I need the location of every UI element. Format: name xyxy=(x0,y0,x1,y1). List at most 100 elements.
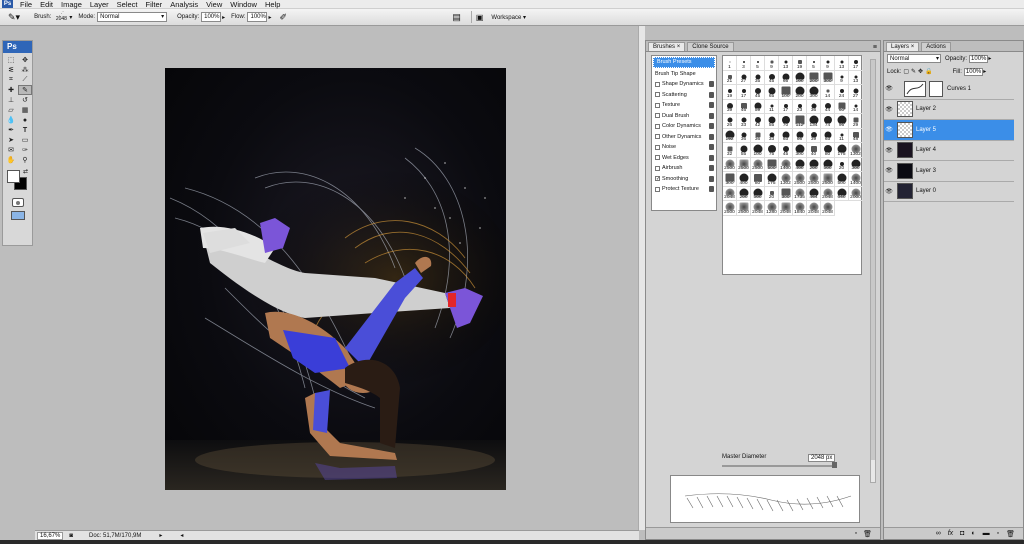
brush-preset-cell[interactable]: 3 xyxy=(737,56,751,71)
brush-option-item[interactable]: Other Dynamics xyxy=(652,132,716,143)
eyedropper-tool-icon[interactable]: ✑ xyxy=(18,145,32,155)
brush-dropdown-icon[interactable]: ▾ xyxy=(69,14,72,21)
brush-preset-cell[interactable]: 2048 xyxy=(723,186,737,201)
delete-icon[interactable]: 🗑 xyxy=(863,530,872,538)
brush-preset-cell[interactable]: 59 xyxy=(751,99,765,114)
checkbox[interactable] xyxy=(655,102,660,108)
checkbox[interactable] xyxy=(655,113,660,119)
brush-preset-cell[interactable]: 192 xyxy=(723,128,737,143)
menu-layer[interactable]: Layer xyxy=(86,0,113,9)
healing-tool-icon[interactable]: ✚ xyxy=(4,85,18,95)
fill-arrow-icon[interactable]: ▸ xyxy=(983,68,986,75)
lock-icon[interactable] xyxy=(709,133,714,140)
brush-preset-cell[interactable]: 26 xyxy=(723,114,737,129)
tab-brushes[interactable]: Brushes × xyxy=(648,42,686,51)
brush-preset-cell[interactable]: 1302 xyxy=(779,172,793,187)
brush-preset-cell[interactable]: 45 xyxy=(751,85,765,100)
brush-preset-cell[interactable]: 2000 xyxy=(849,186,863,201)
brush-preset-cell[interactable]: 35 xyxy=(751,70,765,85)
brush-preset-cell[interactable]: 36 xyxy=(737,128,751,143)
mode-select[interactable]: Normal ▾ xyxy=(97,12,168,22)
brush-preset-cell[interactable]: 1840 xyxy=(793,201,807,216)
lock-icon[interactable] xyxy=(709,154,714,161)
brush-preset-cell[interactable]: 500 xyxy=(765,157,779,172)
brush-preset-cell[interactable]: 14 xyxy=(849,99,863,114)
brush-preset-cell[interactable]: 63 xyxy=(821,128,835,143)
brush-preset-cell[interactable]: 13 xyxy=(779,56,793,71)
menu-image[interactable]: Image xyxy=(57,0,86,9)
hand-tool-icon[interactable]: ✋ xyxy=(4,155,18,165)
delete-icon[interactable]: 🗑 xyxy=(1006,530,1015,538)
brush-preset-cell[interactable]: 13 xyxy=(835,56,849,71)
brush-preset-cell[interactable]: 95 xyxy=(835,114,849,129)
canvas-vertical-scrollbar[interactable] xyxy=(638,26,645,530)
brush-preset-cell[interactable]: 14 xyxy=(821,85,835,100)
brush-preset-cell[interactable]: 39 xyxy=(807,128,821,143)
lasso-tool-icon[interactable]: ᓬ xyxy=(4,65,18,75)
brush-preset-cell[interactable]: 640 xyxy=(835,186,849,201)
checkbox[interactable] xyxy=(655,123,660,129)
dodge-tool-icon[interactable]: ● xyxy=(18,115,32,125)
brush-presets-grid[interactable]: 1 3 5 9 13 19 5 9 13 17 21 27 35 45 65 100 200 300 9 13 19 17… xyxy=(722,55,863,275)
brush-preset-cell[interactable]: 300 xyxy=(779,186,793,201)
brush-preset-cell[interactable]: 500 xyxy=(835,172,849,187)
brush-preset-cell[interactable]: 55 xyxy=(765,114,779,129)
menu-filter[interactable]: Filter xyxy=(142,0,167,9)
brush-option-item[interactable]: Texture xyxy=(652,100,716,111)
menu-edit[interactable]: Edit xyxy=(36,0,57,9)
brush-option-item[interactable]: ✓ Smoothing xyxy=(652,174,716,185)
brush-preset-cell[interactable]: 2500 xyxy=(723,157,737,172)
tab-clone-source[interactable]: Clone Source xyxy=(687,42,734,51)
brush-preset-cell[interactable]: 400 xyxy=(793,157,807,172)
brush-preset-cell[interactable]: 2048 xyxy=(807,201,821,216)
brush-preset-cell[interactable]: 5 xyxy=(751,56,765,71)
lock-icon[interactable] xyxy=(709,112,714,119)
brush-preset-cell[interactable]: 300 xyxy=(821,70,835,85)
brush-preset-cell[interactable]: 36 xyxy=(807,99,821,114)
brush-preset-cell[interactable]: 65 xyxy=(765,85,779,100)
brush-preset-cell[interactable]: 1302 xyxy=(849,143,863,158)
layer-row[interactable]: 👁 Layer 4 xyxy=(884,140,1014,161)
layer-row[interactable]: 👁 Layer 2 xyxy=(884,99,1014,120)
brush-preset-cell[interactable]: 48 xyxy=(849,128,863,143)
color-swatches[interactable]: ⇄ xyxy=(3,169,32,196)
brush-option-item[interactable]: Protect Texture xyxy=(652,184,716,195)
screen-mode-icon[interactable] xyxy=(10,211,25,220)
close-icon[interactable]: × xyxy=(911,44,915,50)
brush-preset-cell[interactable]: 300 xyxy=(723,172,737,187)
brush-preset-cell[interactable]: 2500 xyxy=(737,157,751,172)
brush-preset-cell[interactable]: 27 xyxy=(849,85,863,100)
brush-preset-cell[interactable]: 500 xyxy=(821,157,835,172)
brush-preset-cell[interactable]: 2500 xyxy=(723,201,737,216)
workspace-menu[interactable]: Workspace ▾ xyxy=(491,14,526,21)
brush-preset-cell[interactable]: 134 xyxy=(807,114,821,129)
lock-icon[interactable] xyxy=(709,81,714,87)
brush-preset-cell[interactable]: 175 xyxy=(765,172,779,187)
blend-mode-select[interactable]: Normal ▾ xyxy=(887,54,941,63)
brush-option-item[interactable]: Scattering xyxy=(652,90,716,101)
checkbox[interactable] xyxy=(655,92,660,98)
brush-preset-cell[interactable]: 200 xyxy=(793,85,807,100)
brush-preset-cell[interactable]: 2048 xyxy=(821,186,835,201)
master-diameter-field[interactable]: 2048 px xyxy=(808,454,836,462)
lock-icon[interactable] xyxy=(709,186,714,192)
visibility-eye-icon[interactable]: 👁 xyxy=(884,126,894,133)
checkbox[interactable] xyxy=(655,155,660,161)
checkbox[interactable] xyxy=(655,81,660,87)
brush-preset-cell[interactable]: 500 xyxy=(751,186,765,201)
quick-mask-icon[interactable] xyxy=(11,198,24,207)
brush-preset-cell[interactable]: 2048 xyxy=(751,201,765,216)
brush-preset-cell[interactable]: 46 xyxy=(737,99,751,114)
marquee-tool-icon[interactable]: ⬚ xyxy=(4,55,18,65)
magic-wand-tool-icon[interactable]: ⁂ xyxy=(18,65,32,75)
brush-preset-cell[interactable]: 9 xyxy=(765,56,779,71)
brush-preset-cell[interactable]: 2500 xyxy=(751,157,765,172)
menu-file[interactable]: File xyxy=(16,0,36,9)
layer-row[interactable]: 👁 Layer 5 xyxy=(884,120,1014,141)
brush-preset-cell[interactable]: 100 xyxy=(779,85,793,100)
brush-preset-cell[interactable]: 11 xyxy=(835,128,849,143)
eraser-tool-icon[interactable]: ▱ xyxy=(4,105,18,115)
brush-tool-icon[interactable]: ✎ xyxy=(18,85,32,95)
brush-preset-cell[interactable]: 66 xyxy=(793,128,807,143)
crop-tool-icon[interactable]: ⌗ xyxy=(4,75,18,85)
